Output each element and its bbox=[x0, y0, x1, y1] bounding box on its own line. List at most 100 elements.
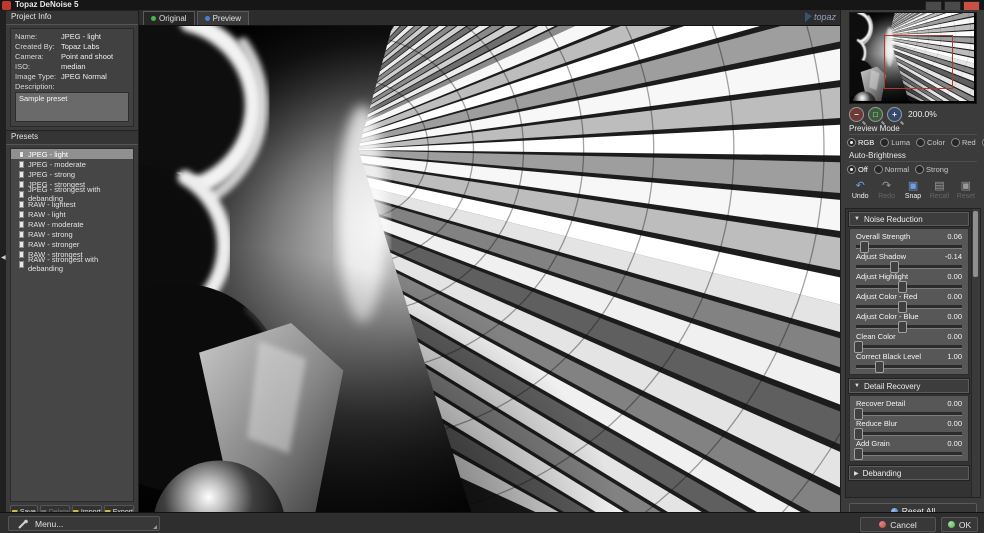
zoom-out-icon[interactable]: − bbox=[849, 107, 864, 122]
slider-handle[interactable] bbox=[860, 241, 869, 253]
slider-label: Overall Strength bbox=[856, 232, 910, 241]
slider-track[interactable] bbox=[856, 412, 962, 416]
menu-button[interactable]: Menu... bbox=[8, 516, 160, 531]
cancel-button[interactable]: Cancel bbox=[860, 517, 936, 532]
radio-option-luma[interactable]: Luma bbox=[880, 138, 910, 147]
adjustments-panel: ▼Noise ReductionOverall Strength0.06Adju… bbox=[845, 208, 981, 498]
slider-track[interactable] bbox=[856, 345, 962, 349]
slider-track[interactable] bbox=[856, 452, 962, 456]
radio-circle-icon bbox=[847, 165, 856, 174]
slider-handle[interactable] bbox=[854, 341, 863, 353]
adjustment-sections: ▼Noise ReductionOverall Strength0.06Adju… bbox=[846, 212, 972, 480]
project-info-rows: Name:JPEG - lightCreated By:Topaz LabsCa… bbox=[15, 32, 129, 82]
radio-circle-icon bbox=[874, 165, 883, 174]
radio-option-normal[interactable]: Normal bbox=[874, 165, 909, 174]
slider-row-top: Overall Strength0.06 bbox=[856, 232, 962, 241]
preset-list-item[interactable]: RAW - light bbox=[11, 209, 133, 219]
tab-original[interactable]: Original bbox=[143, 11, 195, 25]
slider-handle[interactable] bbox=[898, 301, 907, 313]
radio-circle-icon bbox=[916, 138, 925, 147]
preset-list-item[interactable]: RAW - strongest with debanding bbox=[11, 259, 133, 269]
slider-track[interactable] bbox=[856, 285, 962, 289]
zoom-fit-icon[interactable]: □ bbox=[868, 107, 883, 122]
zoom-in-icon[interactable]: + bbox=[887, 107, 902, 122]
radio-option-red[interactable]: Red bbox=[951, 138, 976, 147]
adjustments-scrollbar[interactable] bbox=[971, 209, 980, 497]
collapse-left-panel-arrow[interactable]: ◀ bbox=[1, 255, 6, 261]
preset-list-item[interactable]: RAW - moderate bbox=[11, 219, 133, 229]
slider-group: Overall Strength0.06Adjust Shadow-0.14Ad… bbox=[849, 228, 969, 375]
tool-label: Reset bbox=[957, 193, 975, 200]
undo-button[interactable]: ↶Undo bbox=[847, 180, 873, 204]
preset-list-item[interactable]: RAW - strong bbox=[11, 229, 133, 239]
slider-label: Reduce Blur bbox=[856, 419, 897, 428]
image-canvas[interactable] bbox=[139, 26, 840, 513]
scrollbar-thumb[interactable] bbox=[973, 211, 978, 277]
original-status-dot-icon bbox=[151, 16, 156, 21]
undo-arrow-icon: ↶ bbox=[856, 180, 865, 192]
slider-row-top: Adjust Color - Red0.00 bbox=[856, 292, 962, 301]
radio-label: Luma bbox=[891, 138, 910, 147]
radio-option-strong[interactable]: Strong bbox=[915, 165, 948, 174]
preset-list-item[interactable]: JPEG - light bbox=[11, 149, 133, 159]
navigator-thumbnail[interactable] bbox=[849, 12, 977, 104]
preset-list-item[interactable]: JPEG - strong bbox=[11, 169, 133, 179]
left-panel: Project Info Name:JPEG - lightCreated By… bbox=[6, 10, 139, 512]
description-label: Description: bbox=[15, 82, 129, 92]
section-header-detail-recovery[interactable]: ▼Detail Recovery bbox=[849, 379, 969, 393]
radio-option-rgb[interactable]: RGB bbox=[847, 138, 874, 147]
slider-value: 0.00 bbox=[947, 292, 962, 301]
slider-row-top: Clean Color0.00 bbox=[856, 332, 962, 341]
radio-option-off[interactable]: Off bbox=[847, 165, 868, 174]
skyscraper-photo bbox=[139, 26, 840, 513]
preset-label: RAW - lightest bbox=[28, 200, 76, 209]
preset-list-item[interactable]: JPEG - moderate bbox=[11, 159, 133, 169]
slider-track[interactable] bbox=[856, 365, 962, 369]
window-title: Topaz DeNoise 5 bbox=[15, 0, 78, 10]
slider-handle[interactable] bbox=[854, 428, 863, 440]
view-tab-bar: Original Preview topaz bbox=[139, 10, 840, 26]
slider-track[interactable] bbox=[856, 432, 962, 436]
tab-preview[interactable]: Preview bbox=[197, 11, 249, 25]
slider-group: Recover Detail0.00Reduce Blur0.00Add Gra… bbox=[849, 395, 969, 462]
slider-handle[interactable] bbox=[890, 261, 899, 273]
slider-handle[interactable] bbox=[854, 448, 863, 460]
slider-handle[interactable] bbox=[898, 321, 907, 333]
menu-corner-handle-icon bbox=[153, 525, 157, 529]
section-expanded-triangle-icon: ▼ bbox=[854, 383, 860, 389]
slider-track[interactable] bbox=[856, 245, 962, 249]
redo-arrow-icon: ↷ bbox=[882, 180, 891, 192]
preset-doc-icon bbox=[19, 201, 24, 208]
preset-list-item[interactable]: JPEG - strongest with debanding bbox=[11, 189, 133, 199]
field-value: JPEG - light bbox=[61, 32, 101, 42]
section-title: Noise Reduction bbox=[864, 215, 923, 224]
slider-handle[interactable] bbox=[854, 408, 863, 420]
radio-circle-icon bbox=[880, 138, 889, 147]
navigator-view-rect[interactable] bbox=[884, 35, 953, 89]
slider-track[interactable] bbox=[856, 305, 962, 309]
snap-button[interactable]: ▣Snap bbox=[900, 180, 926, 204]
section-header-debanding[interactable]: ▶Debanding bbox=[849, 466, 969, 480]
auto-brightness-options: Off Normal Strong bbox=[847, 164, 979, 175]
preset-list: JPEG - lightJPEG - moderateJPEG - strong… bbox=[10, 148, 134, 502]
slider-row-top: Reduce Blur0.00 bbox=[856, 419, 962, 428]
ok-button[interactable]: OK bbox=[941, 517, 978, 532]
slider-handle[interactable] bbox=[898, 281, 907, 293]
slider-track[interactable] bbox=[856, 325, 962, 329]
ok-label: OK bbox=[959, 520, 971, 530]
slider-label: Add Grain bbox=[856, 439, 890, 448]
slider-row: Adjust Shadow-0.14 bbox=[850, 252, 968, 272]
slider-handle[interactable] bbox=[875, 361, 884, 373]
project-info-row: Image Type:JPEG Normal bbox=[15, 72, 129, 82]
radio-option-color[interactable]: Color bbox=[916, 138, 945, 147]
slider-row: Reduce Blur0.00 bbox=[850, 419, 968, 439]
description-field[interactable]: Sample preset bbox=[15, 92, 129, 122]
recall-button: ▤Recall bbox=[926, 180, 952, 204]
preview-mode-options: RGBLumaColorRedBlue bbox=[847, 137, 979, 148]
radio-label: Red bbox=[962, 138, 976, 147]
preset-list-item[interactable]: RAW - stronger bbox=[11, 239, 133, 249]
slider-row-top: Adjust Highlight0.00 bbox=[856, 272, 962, 281]
presets-header: Presets bbox=[6, 130, 138, 145]
section-header-noise-reduction[interactable]: ▼Noise Reduction bbox=[849, 212, 969, 226]
slider-track[interactable] bbox=[856, 265, 962, 269]
